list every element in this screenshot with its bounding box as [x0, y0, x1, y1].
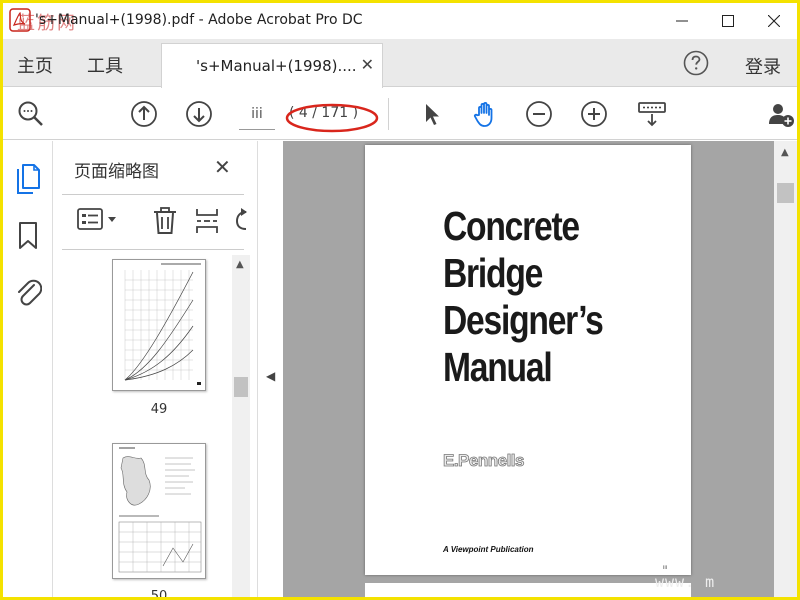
login-button[interactable]: 登录 [745, 53, 781, 79]
panel-title: 页面缩略图 [74, 162, 159, 182]
panel-collapse-strip[interactable]: ◀ [257, 141, 283, 597]
hand-tool-icon[interactable] [471, 100, 499, 128]
document-scroll-thumb[interactable] [777, 183, 794, 203]
previous-page-icon[interactable] [130, 100, 158, 128]
next-page-icon[interactable] [185, 100, 213, 128]
scroll-up-arrow-icon[interactable]: ▲ [781, 147, 789, 158]
thumbnail-page[interactable] [112, 259, 206, 391]
close-tab-button[interactable]: ✕ [361, 55, 374, 74]
document-view[interactable]: Concrete Bridge Designer’s Manual E.Penn… [283, 141, 774, 597]
toolbar: iii ( 4 / 171 ) [3, 88, 797, 140]
help-icon[interactable] [683, 50, 709, 76]
book-title-line: Designer’s [443, 297, 604, 343]
scroll-up-arrow-icon[interactable]: ▲ [236, 259, 244, 270]
minimize-icon [676, 20, 688, 22]
share-user-icon[interactable] [767, 100, 795, 128]
page-count-highlight [285, 103, 379, 133]
site-watermark: www. m [655, 573, 716, 591]
thumbnail-page-number: 49 [150, 402, 168, 417]
tab-document[interactable]: 's+Manual+(1998).... ✕ [161, 43, 383, 88]
book-title-line: Concrete [443, 203, 580, 249]
zoom-in-icon[interactable] [580, 100, 608, 128]
navigation-rail [3, 141, 53, 597]
panel-divider [62, 194, 244, 195]
collapse-left-arrow-icon[interactable]: ◀ [266, 369, 275, 383]
thumbnail-options-icon[interactable] [76, 207, 120, 231]
thumbnail-page[interactable] [112, 443, 206, 579]
maximize-button[interactable] [705, 3, 751, 39]
page-thumbnails-icon[interactable] [14, 163, 42, 197]
attachment-icon[interactable] [14, 275, 42, 309]
split-page-icon[interactable] [194, 207, 220, 235]
thumbnail-map-preview [118, 447, 202, 573]
book-publisher: A Viewpoint Publication [443, 545, 534, 554]
close-panel-button[interactable]: ✕ [214, 155, 231, 179]
document-scrollbar[interactable]: ▲ [774, 141, 797, 597]
toolbar-divider [388, 98, 389, 130]
close-window-button[interactable] [751, 3, 797, 39]
panel-divider [62, 249, 244, 250]
document-tab-label: 's+Manual+(1998).... [196, 57, 357, 75]
book-title-line: Bridge [443, 250, 543, 296]
book-title-line: Manual [443, 344, 553, 390]
delete-page-icon[interactable] [152, 207, 178, 235]
thumbnail-scrollbar[interactable]: ▲ [232, 255, 250, 597]
thumbnail-scroll-thumb[interactable] [234, 377, 248, 397]
page-corner-number: iii [663, 565, 668, 571]
page-number-input[interactable]: iii [239, 100, 275, 130]
tab-tools[interactable]: 工具 [87, 52, 123, 78]
thumbnail-page-number: 50 [150, 589, 168, 597]
keyboard-scroll-icon[interactable] [637, 100, 667, 128]
title-bar: 蓝筋网 's+Manual+(1998).pdf - Adobe Acrobat… [3, 3, 797, 39]
bookmark-icon[interactable] [17, 221, 39, 251]
next-pdf-page [365, 583, 691, 597]
maximize-icon [722, 15, 734, 27]
thumbnails-panel: 页面缩略图 ✕ 49 50 ▲ [54, 141, 257, 597]
book-author: E.Pennells [443, 451, 525, 471]
minimize-button[interactable] [659, 3, 705, 39]
book-title: Concrete Bridge Designer’s Manual [443, 203, 705, 391]
zoom-search-icon[interactable] [17, 100, 45, 128]
pdf-page: Concrete Bridge Designer’s Manual E.Penn… [365, 145, 691, 575]
select-cursor-icon[interactable] [417, 100, 445, 128]
window-title: 's+Manual+(1998).pdf - Adobe Acrobat Pro… [35, 12, 363, 28]
zoom-out-icon[interactable] [525, 100, 553, 128]
tab-row: 主页 工具 's+Manual+(1998).... ✕ 登录 [3, 39, 797, 88]
acrobat-window: 蓝筋网 's+Manual+(1998).pdf - Adobe Acrobat… [3, 3, 797, 597]
tab-home[interactable]: 主页 [17, 52, 53, 78]
thumbnail-chart-preview [124, 263, 201, 385]
close-icon [768, 15, 780, 27]
rotate-page-icon[interactable] [234, 207, 248, 235]
